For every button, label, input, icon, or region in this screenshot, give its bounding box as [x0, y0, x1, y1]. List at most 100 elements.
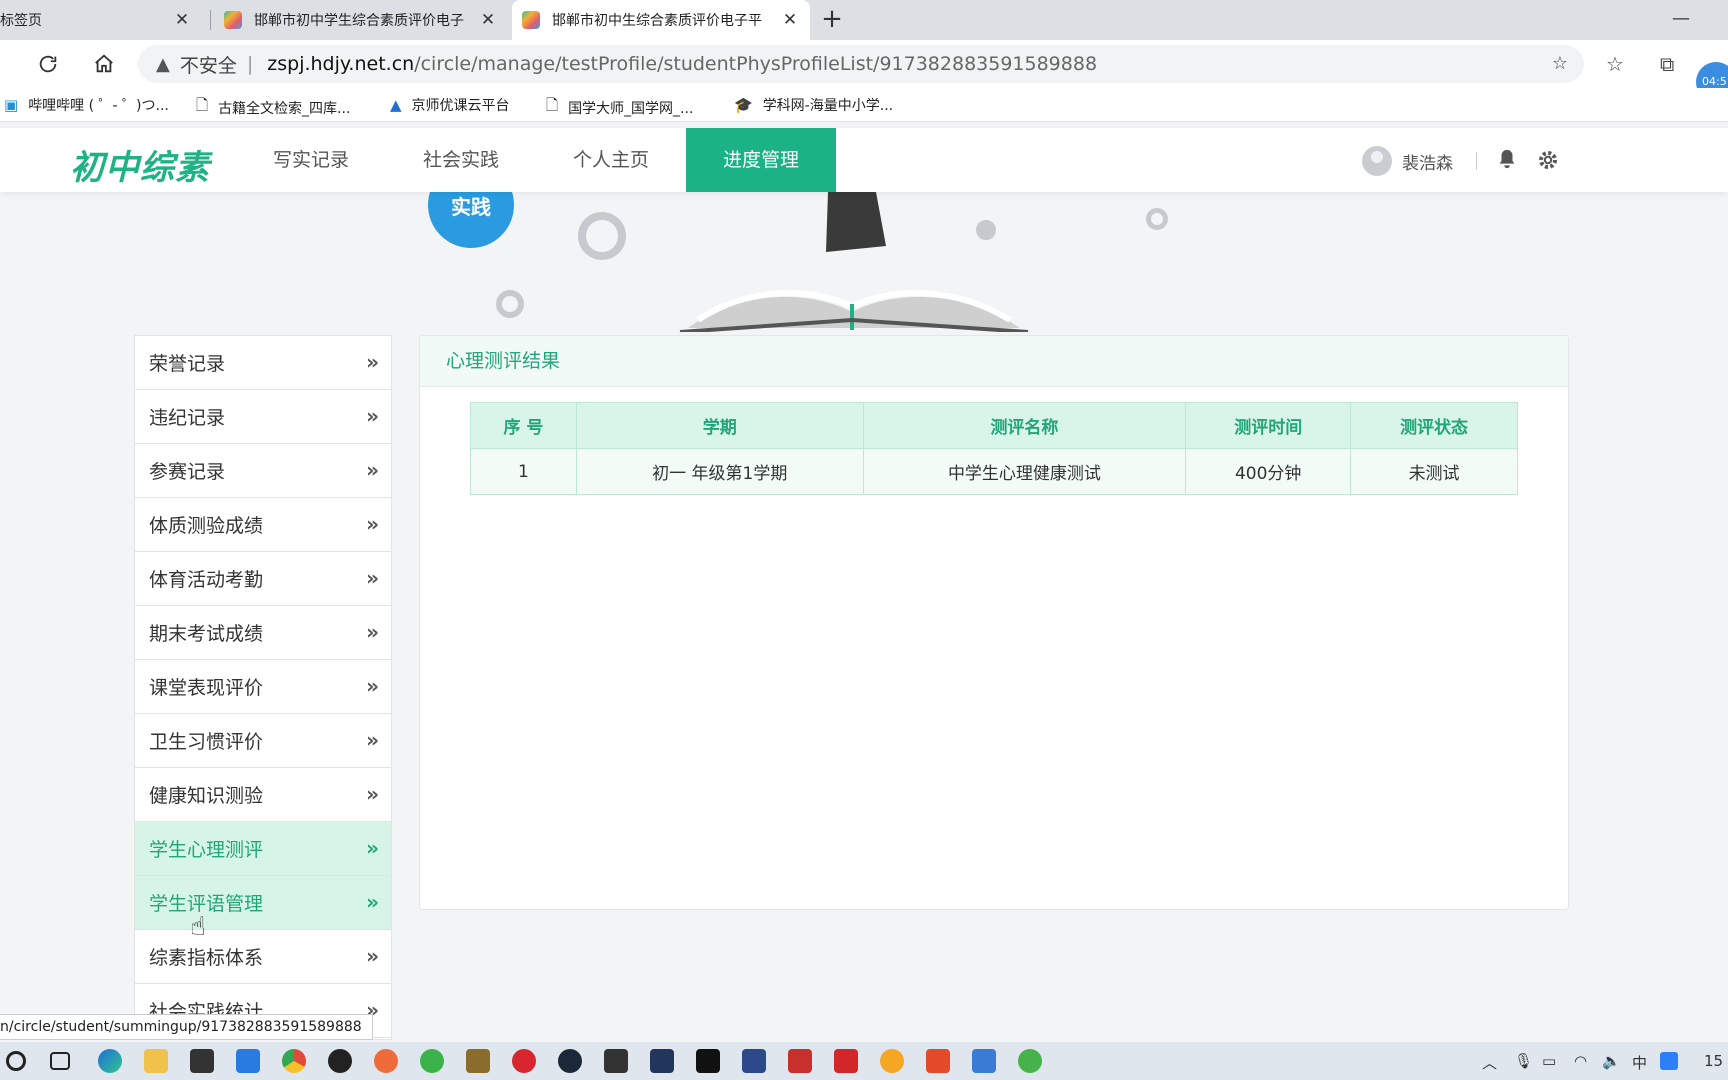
browser-tab-3-active[interactable]: 邯郸市初中生综合素质评价电子平 ✕ — [512, 0, 810, 40]
app-icon[interactable] — [880, 1049, 904, 1073]
tab-close-icon[interactable]: ✕ — [170, 8, 194, 32]
battery-icon[interactable]: ▭ — [1542, 1052, 1556, 1070]
bookmarks-bar: ▣ 哔哩哔哩 ( ゜- ゜)つ... 🗋 古籍全文检索_四库... ▲ 京师优课… — [0, 88, 1728, 122]
bookmark-item[interactable]: ▲ 京师优课云平台 — [390, 95, 510, 115]
sidebar-item-classroom-evaluation[interactable]: 课堂表现评价 » — [135, 660, 391, 714]
window-minimize-button[interactable]: — — [1672, 8, 1690, 29]
open-book-icon — [679, 192, 1029, 332]
column-header-index: 序 号 — [470, 402, 577, 449]
office-icon[interactable] — [926, 1049, 950, 1073]
bookmark-item[interactable]: 🗋 古籍全文检索_四库... — [196, 95, 350, 120]
sidebar-item-label: 学生心理测评 — [149, 839, 264, 861]
table-row[interactable]: 1 初一 年级第1学期 中学生心理健康测试 400分钟 未测试 — [470, 448, 1518, 495]
double-chevron-right-icon: » — [366, 944, 379, 968]
task-view-icon[interactable] — [50, 1052, 70, 1070]
wifi-icon[interactable]: ◠ — [1574, 1052, 1587, 1070]
site-logo[interactable]: 初中综素 — [70, 140, 210, 189]
clock[interactable]: 15 — [1704, 1052, 1723, 1070]
edge-browser-icon[interactable] — [98, 1049, 122, 1073]
microphone-icon[interactable]: 🎙 — [1514, 1052, 1533, 1070]
qq-icon[interactable] — [328, 1049, 352, 1073]
nav-item-social-practice[interactable]: 社会实践 — [406, 128, 516, 192]
cell-assessment-status: 未测试 — [1350, 448, 1518, 495]
bell-icon[interactable] — [1496, 148, 1518, 176]
speaker-icon[interactable]: 🔈 — [1602, 1052, 1621, 1070]
ime-indicator[interactable]: 中 — [1632, 1052, 1647, 1073]
sidebar-item-label: 健康知识测验 — [149, 785, 264, 807]
url-host: zspj.hdjy.net.cn — [267, 53, 415, 75]
gear-icon[interactable] — [1536, 148, 1560, 178]
add-favorite-icon[interactable]: ☆ — [1552, 53, 1568, 74]
sidebar-item-psych-assessment[interactable]: 学生心理测评 » — [135, 822, 391, 876]
app-icon[interactable] — [1018, 1049, 1042, 1073]
app-icon[interactable] — [972, 1049, 996, 1073]
acrobat-icon[interactable] — [834, 1049, 858, 1073]
app-icon[interactable] — [466, 1049, 490, 1073]
browser-tab-1[interactable]: 标签页 ✕ — [0, 0, 202, 40]
tab-close-icon[interactable]: ✕ — [476, 8, 500, 32]
double-chevron-right-icon: » — [366, 566, 379, 590]
mail-icon[interactable] — [236, 1049, 260, 1073]
bookmark-label: 国学大师_国学网_... — [568, 100, 694, 117]
sidebar-item-comment-management[interactable]: 学生评语管理 » — [135, 876, 391, 930]
address-separator: | — [246, 53, 254, 75]
os-taskbar: ︿ 🎙 ▭ ◠ 🔈 中 15 — [0, 1042, 1728, 1080]
site-favicon-icon — [522, 11, 540, 29]
netease-music-icon[interactable] — [512, 1049, 536, 1073]
nav-item-records[interactable]: 写实记录 — [256, 128, 366, 192]
chrome-icon[interactable] — [282, 1049, 306, 1073]
browser-tab-2[interactable]: 邯郸市初中学生综合素质评价电子 ✕ — [214, 0, 508, 40]
sidebar-item-competition-records[interactable]: 参赛记录 » — [135, 444, 391, 498]
banner-illustration: 实践 — [0, 192, 1728, 332]
app-icon[interactable] — [374, 1049, 398, 1073]
sidebar-item-final-exam-scores[interactable]: 期末考试成绩 » — [135, 606, 391, 660]
user-menu[interactable]: 裴浩森 — [1362, 146, 1453, 176]
results-panel: 心理测评结果 序 号 学期 测评名称 测评时间 测评状态 1 初一 年级第1学期… — [419, 335, 1569, 910]
app-tray-icon[interactable] — [1660, 1052, 1678, 1070]
chevron-up-icon[interactable]: ︿ — [1482, 1052, 1497, 1073]
wechat-icon[interactable] — [420, 1049, 444, 1073]
bookmark-item[interactable]: 🗋 国学大师_国学网_... — [546, 95, 693, 120]
decorative-ring — [496, 290, 524, 318]
bookmark-label: 古籍全文检索_四库... — [218, 100, 351, 117]
sidebar-item-sports-attendance[interactable]: 体育活动考勤 » — [135, 552, 391, 606]
file-explorer-icon[interactable] — [144, 1049, 168, 1073]
sidebar-item-health-knowledge[interactable]: 健康知识测验 » — [135, 768, 391, 822]
sidebar-item-discipline-records[interactable]: 违纪记录 » — [135, 390, 391, 444]
security-label[interactable]: 不安全 — [180, 51, 237, 78]
app-icon[interactable] — [650, 1049, 674, 1073]
browser-toolbar: ▲ 不安全 | zspj.hdjy.net.cn/circle/manage/t… — [0, 40, 1728, 88]
decorative-ring — [1146, 208, 1168, 230]
sidebar-item-fitness-scores[interactable]: 体质测验成绩 » — [135, 498, 391, 552]
sidebar-item-hygiene-evaluation[interactable]: 卫生习惯评价 » — [135, 714, 391, 768]
favorites-icon[interactable]: ☆ — [1606, 52, 1624, 76]
sidebar-item-honor-records[interactable]: 荣誉记录 » — [135, 336, 391, 390]
app-icon[interactable] — [742, 1049, 766, 1073]
app-icon[interactable] — [788, 1049, 812, 1073]
steam-icon[interactable] — [558, 1049, 582, 1073]
column-header-term: 学期 — [575, 402, 864, 449]
sidebar-item-label: 体质测验成绩 — [149, 515, 264, 537]
address-bar[interactable]: ▲ 不安全 | zspj.hdjy.net.cn/circle/manage/t… — [138, 45, 1584, 83]
column-header-assessment-time: 测评时间 — [1185, 402, 1352, 449]
collections-icon[interactable]: ⧉ — [1660, 52, 1674, 76]
store-icon[interactable] — [190, 1049, 214, 1073]
nav-item-progress-management[interactable]: 进度管理 — [686, 128, 836, 192]
epic-games-icon[interactable] — [696, 1049, 720, 1073]
tab-close-icon[interactable]: ✕ — [778, 8, 802, 32]
graduate-icon: 🎓 — [734, 96, 753, 114]
home-icon[interactable] — [90, 50, 118, 78]
double-chevron-right-icon: » — [366, 836, 379, 860]
new-tab-button[interactable]: + — [818, 6, 846, 34]
table-header-row: 序 号 学期 测评名称 测评时间 测评状态 — [470, 402, 1518, 449]
nav-item-personal-home[interactable]: 个人主页 — [556, 128, 666, 192]
banner-bubble: 实践 — [428, 192, 514, 248]
reload-icon[interactable] — [34, 50, 62, 78]
tab-title: 邯郸市初中学生综合素质评价电子 — [254, 13, 464, 29]
search-circle-icon[interactable] — [6, 1051, 26, 1071]
tab-title: 邯郸市初中生综合素质评价电子平 — [552, 13, 762, 29]
bookmark-item[interactable]: ▣ 哔哩哔哩 ( ゜- ゜)つ... — [4, 95, 169, 115]
sidebar-item-indicator-system[interactable]: 综素指标体系 » — [135, 930, 391, 984]
bookmark-item[interactable]: 🎓 学科网-海量中小学... — [734, 95, 893, 115]
app-icon[interactable] — [604, 1049, 628, 1073]
